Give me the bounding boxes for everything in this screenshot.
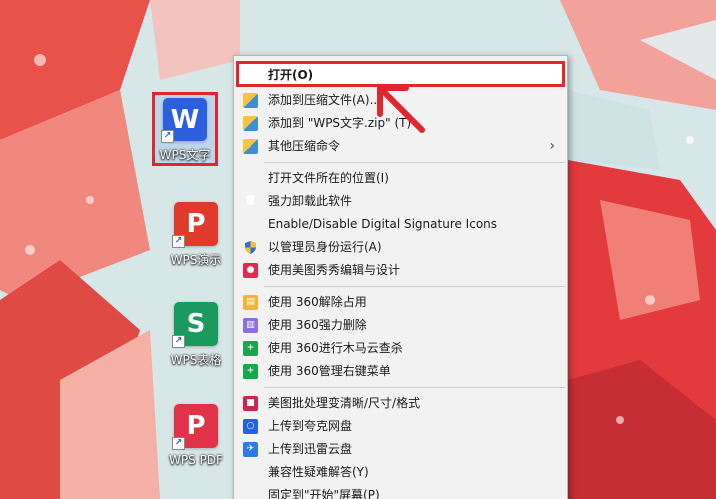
meitu-icon: ● [243,263,258,278]
menu-item-label: 添加到压缩文件(A)... [268,93,382,107]
desktop-icon-label: WPS文字 [159,148,211,162]
wps-sheets-icon: S ↗ [172,302,218,348]
uac-shield-icon [243,240,258,255]
menu-item-label: Enable/Disable Digital Signature Icons [268,217,498,231]
menu-separator [264,286,565,287]
desktop-icon-wps-pdf[interactable]: P ↗ WPS PDF [163,398,229,472]
trash-icon: 🗑 [244,196,257,206]
menu-item-label: 打开文件所在的位置(I) [268,171,389,185]
desktop-icon-wps-present[interactable]: P ↗ WPS演示 [163,196,229,270]
wps-sheets-glyph: S [186,309,206,339]
wps-present-glyph: P [186,209,206,239]
shortcut-arrow-icon: ↗ [172,335,185,348]
menu-item-upload-xunlei[interactable]: ✈ 上传到迅雷云盘 [234,438,567,461]
menu-item-digital-signature[interactable]: Enable/Disable Digital Signature Icons [234,213,567,236]
360-security-icon: + [243,364,258,379]
menu-item-360-unlock[interactable]: ▤ 使用 360解除占用 [234,291,567,314]
menu-separator [264,162,565,163]
menu-item-label: 上传到迅雷云盘 [268,442,353,456]
menu-item-pin-start[interactable]: 固定到"开始"屏幕(P) [234,484,567,499]
desktop-icon-label: WPS表格 [170,353,222,367]
menu-item-360-force-delete[interactable]: ▥ 使用 360强力删除 [234,314,567,337]
unlock-icon: ▤ [243,295,258,310]
menu-item-label: 美图批处理变清晰/尺寸/格式 [268,396,421,410]
wps-writer-icon: W ↗ [161,98,207,143]
menu-item-label: 使用美图秀秀编辑与设计 [268,263,401,277]
menu-item-open-location[interactable]: 打开文件所在的位置(I) [234,167,567,190]
menu-item-label: 固定到"开始"屏幕(P) [268,488,380,499]
wps-pdf-glyph: P [186,411,206,441]
desktop-icon-label: WPS PDF [169,453,223,467]
menu-item-label: 使用 360强力删除 [268,318,367,332]
wps-pdf-icon: P ↗ [172,404,218,450]
xunlei-cloud-icon: ✈ [243,442,258,457]
menu-item-label: 使用 360进行木马云查杀 [268,341,403,355]
menu-item-label: 使用 360解除占用 [268,295,367,309]
red-arrow-annotation-icon [377,85,425,133]
menu-item-force-uninstall[interactable]: 🗑 强力卸载此软件 [234,190,567,213]
shortcut-arrow-icon: ↗ [172,437,185,450]
shortcut-arrow-icon: ↗ [172,235,185,248]
menu-item-meitu-edit[interactable]: ● 使用美图秀秀编辑与设计 [234,259,567,282]
menu-item-label: 强力卸载此软件 [268,194,353,208]
menu-item-label: 以管理员身份运行(A) [268,240,382,254]
desktop-icon-wps-sheets[interactable]: S ↗ WPS表格 [163,296,229,370]
menu-item-meitu-batch[interactable]: ■ 美图批处理变清晰/尺寸/格式 [234,392,567,415]
archive-icon [243,139,258,154]
archive-icon [243,116,258,131]
wps-present-icon: P ↗ [172,202,218,248]
desktop-icon-label: WPS演示 [170,253,222,267]
menu-item-360-manage-menu[interactable]: + 使用 360管理右键菜单 [234,360,567,383]
menu-item-label: 使用 360管理右键菜单 [268,364,391,378]
menu-item-upload-quark[interactable]: ○ 上传到夸克网盘 [234,415,567,438]
menu-item-label: 其他压缩命令 [268,139,341,153]
menu-item-label: 上传到夸克网盘 [268,419,353,433]
archive-icon [243,93,258,108]
menu-item-compat-troubleshoot[interactable]: 兼容性疑难解答(Y) [234,461,567,484]
360-security-icon: + [243,341,258,356]
desktop-icon-wps-writer[interactable]: W ↗ WPS文字 [152,92,218,166]
wps-writer-glyph: W [170,104,200,135]
shredder-icon: ▥ [243,318,258,333]
quark-cloud-icon: ○ [243,419,258,434]
meitu-batch-icon: ■ [243,396,258,411]
menu-item-run-as-admin[interactable]: 以管理员身份运行(A) [234,236,567,259]
shortcut-arrow-icon: ↗ [161,130,174,143]
menu-item-360-trojan-scan[interactable]: + 使用 360进行木马云查杀 [234,337,567,360]
menu-item-other-compress[interactable]: 其他压缩命令 › [234,135,567,158]
menu-item-label: 兼容性疑难解答(Y) [268,465,369,479]
menu-item-label: 打开(O) [268,68,314,82]
menu-separator [264,387,565,388]
chevron-right-icon: › [549,138,555,154]
